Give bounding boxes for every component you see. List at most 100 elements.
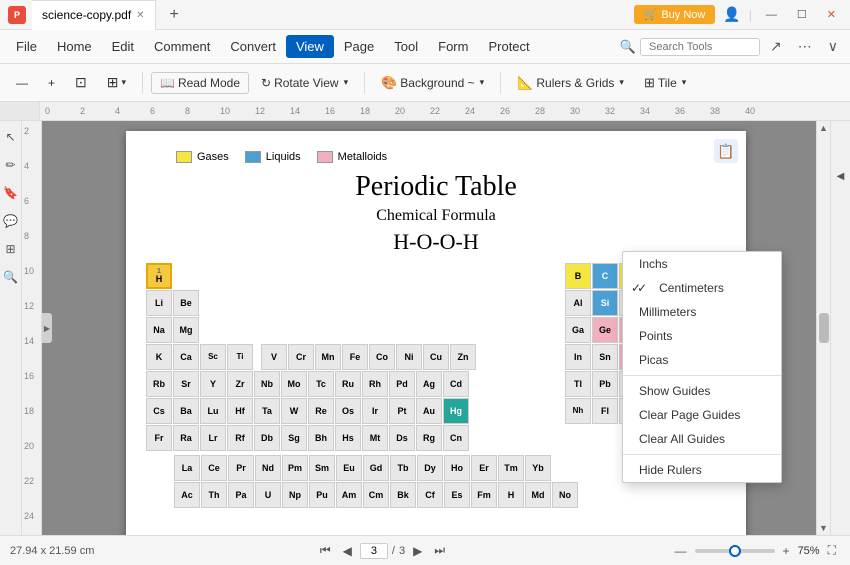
- last-page-button[interactable]: ⏭: [430, 541, 449, 560]
- rulers-grids-button[interactable]: 📐 Rulers & Grids: [509, 72, 632, 94]
- background-button[interactable]: 🎨 Background ~: [373, 72, 492, 94]
- minimize-button[interactable]: —: [760, 7, 783, 23]
- element-Sg: Sg: [281, 425, 307, 451]
- vertical-scrollbar[interactable]: ▲ ▼: [816, 121, 830, 535]
- first-page-button[interactable]: ⏮: [316, 541, 335, 560]
- chevron-down-icon[interactable]: ∨: [822, 36, 844, 57]
- element-Al: Al: [565, 290, 591, 316]
- sidebar-tool-comment[interactable]: 💬: [1, 211, 21, 231]
- menu-item-picas[interactable]: Picas: [623, 348, 781, 372]
- buy-now-button[interactable]: 🛒 Buy Now: [634, 5, 716, 24]
- menu-page[interactable]: Page: [334, 35, 384, 58]
- element-Es: Es: [444, 482, 470, 508]
- menu-item-centimeters[interactable]: ✓ Centimeters: [623, 276, 781, 300]
- user-icon[interactable]: 👤: [723, 6, 740, 23]
- expand-left-button[interactable]: ▶: [42, 313, 52, 343]
- menu-view[interactable]: View: [286, 35, 334, 58]
- close-window-button[interactable]: ✕: [821, 6, 842, 23]
- element-Be: Be: [173, 290, 199, 316]
- sidebar-tool-layers[interactable]: ⊞: [1, 239, 21, 259]
- actinides-row: Ac Th Pa U Np Pu Am Cm Bk Cf Es Fm H Md …: [174, 482, 726, 508]
- zoom-out-button[interactable]: —: [8, 73, 36, 93]
- element-Ba: Ba: [173, 398, 199, 424]
- prev-page-button[interactable]: ◀: [339, 542, 356, 560]
- element-Ds: Ds: [389, 425, 415, 451]
- external-link-icon[interactable]: ↗: [764, 36, 788, 57]
- toolbar-separator-1: [142, 72, 143, 94]
- menu-protect[interactable]: Protect: [478, 35, 539, 58]
- menu-home[interactable]: Home: [47, 35, 102, 58]
- fullscreen-button[interactable]: ⛶: [824, 541, 840, 560]
- sidebar-tool-edit[interactable]: ✏: [1, 155, 21, 175]
- rotate-view-button[interactable]: ↻ Rotate View: [253, 73, 356, 93]
- element-Mt: Mt: [362, 425, 388, 451]
- menu-tool[interactable]: Tool: [384, 35, 428, 58]
- content-area[interactable]: Gases Liquids Metalloids Periodic Table …: [42, 121, 830, 535]
- element-Fe: Fe: [342, 344, 368, 370]
- menu-item-points[interactable]: Points: [623, 324, 781, 348]
- menu-comment[interactable]: Comment: [144, 35, 220, 58]
- pt-title: Periodic Table: [146, 171, 726, 203]
- legend-liquids-label: Liquids: [266, 151, 301, 163]
- tab-close-button[interactable]: ✕: [136, 10, 144, 21]
- right-sidebar-arrow[interactable]: ◀: [837, 171, 845, 182]
- element-Ag: Ag: [416, 371, 442, 397]
- status-dimensions: 27.94 x 21.59 cm: [10, 545, 94, 557]
- menu-item-millimeters[interactable]: Millimeters: [623, 300, 781, 324]
- element-Nb: Nb: [254, 371, 280, 397]
- element-Nd: Nd: [255, 455, 281, 481]
- pdf-help-icon[interactable]: 📋: [714, 139, 738, 163]
- cart-icon: 🛒: [644, 8, 658, 21]
- sidebar-tool-search[interactable]: 🔍: [1, 267, 21, 287]
- element-Tc: Tc: [308, 371, 334, 397]
- zoom-out-status-button[interactable]: —: [671, 542, 691, 560]
- zoom-slider-thumb[interactable]: [729, 545, 741, 557]
- scroll-down-icon[interactable]: ▼: [819, 523, 828, 533]
- read-mode-button[interactable]: 📖 Read Mode: [151, 72, 249, 94]
- menu-convert[interactable]: Convert: [220, 35, 286, 58]
- fit-page-button[interactable]: ⊡: [67, 71, 95, 94]
- element-Rb: Rb: [146, 371, 172, 397]
- menu-file[interactable]: File: [6, 35, 47, 58]
- menu-item-inchs[interactable]: Inchs: [623, 252, 781, 276]
- page-number-input[interactable]: [360, 543, 388, 559]
- element-Ho: Ho: [444, 455, 470, 481]
- menu-item-clear-page-guides[interactable]: Clear Page Guides: [623, 403, 781, 427]
- tab-item[interactable]: science-copy.pdf ✕: [32, 0, 156, 30]
- hide-rulers-label: Hide Rulers: [639, 463, 702, 477]
- next-page-button[interactable]: ▶: [409, 542, 426, 560]
- zoom-slider[interactable]: [695, 549, 775, 553]
- title-bar: P science-copy.pdf ✕ + 🛒 Buy Now 👤 | — ☐…: [0, 0, 850, 30]
- element-Li: Li: [146, 290, 172, 316]
- menu-item-hide-rulers[interactable]: Hide Rulers: [623, 458, 781, 482]
- sidebar-tool-cursor[interactable]: ↖: [1, 127, 21, 147]
- tile-button[interactable]: ⊞ Tile: [636, 72, 694, 94]
- element-No: No: [552, 482, 578, 508]
- element-Hf: Hf: [227, 398, 253, 424]
- picas-label: Picas: [639, 353, 668, 367]
- element-Ta: Ta: [254, 398, 280, 424]
- scroll-thumb[interactable]: [819, 313, 829, 343]
- centimeters-label: Centimeters: [659, 281, 724, 295]
- rulers-dropdown-menu[interactable]: Inchs ✓ Centimeters Millimeters Points P…: [622, 251, 782, 483]
- zoom-in-status-button[interactable]: +: [779, 542, 794, 560]
- scroll-up-icon[interactable]: ▲: [819, 123, 828, 133]
- sidebar-tool-bookmark[interactable]: 🔖: [1, 183, 21, 203]
- element-Am: Am: [336, 482, 362, 508]
- left-sidebar: ↖ ✏ 🔖 💬 ⊞ 🔍: [0, 121, 22, 535]
- element-Md: Md: [525, 482, 551, 508]
- element-Hg: Hg: [443, 398, 469, 424]
- settings-icon[interactable]: ⋯: [792, 36, 818, 57]
- fit-width-button[interactable]: ⊞ ▾: [99, 71, 134, 94]
- chevron-down-icon: ▾: [121, 77, 126, 88]
- menu-edit[interactable]: Edit: [102, 35, 144, 58]
- menu-item-show-guides[interactable]: Show Guides: [623, 379, 781, 403]
- menu-item-clear-all-guides[interactable]: Clear All Guides: [623, 427, 781, 451]
- element-Rh: Rh: [362, 371, 388, 397]
- zoom-in-button[interactable]: +: [40, 73, 63, 93]
- maximize-button[interactable]: ☐: [791, 6, 813, 23]
- legend: Gases Liquids Metalloids: [176, 151, 726, 163]
- new-tab-button[interactable]: +: [162, 6, 187, 24]
- search-input[interactable]: [640, 38, 760, 56]
- menu-form[interactable]: Form: [428, 35, 478, 58]
